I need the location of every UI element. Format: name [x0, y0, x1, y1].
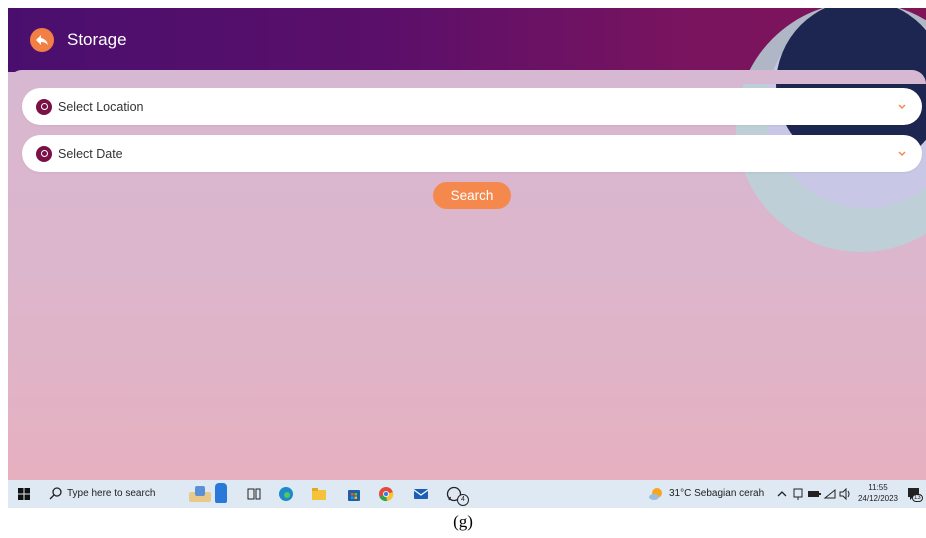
chevron-down-icon: [898, 151, 906, 157]
search-icon[interactable]: [48, 486, 64, 502]
mail-icon[interactable]: [413, 486, 429, 502]
wifi-icon[interactable]: [822, 486, 838, 502]
windows-start-icon[interactable]: [16, 486, 32, 502]
edge-icon[interactable]: [278, 486, 294, 502]
weather-text[interactable]: 31°C Sebagian cerah: [669, 488, 764, 499]
taskbar-search-placeholder[interactable]: Type here to search: [67, 488, 155, 499]
app-window: Storage Select Location Select Date Sear…: [8, 8, 926, 480]
date-select-label: Select Date: [58, 146, 123, 161]
notification-count: 13: [912, 494, 923, 502]
location-pin-icon: [36, 98, 52, 115]
widgets-icon[interactable]: [189, 484, 213, 502]
content-panel-top: [8, 70, 926, 84]
file-explorer-icon[interactable]: [311, 486, 327, 502]
whatsapp-badge: 4: [457, 494, 469, 506]
clock-time: 11:55: [868, 483, 888, 492]
taskbar-clock[interactable]: 11:55 24/12/2023: [856, 482, 900, 504]
app-bottle-icon[interactable]: [215, 483, 227, 503]
windows-taskbar: Type here to search 4 31°C Sebagian cera…: [8, 480, 926, 508]
clock-date: 24/12/2023: [857, 494, 899, 503]
battery-icon[interactable]: [806, 486, 822, 502]
location-select[interactable]: Select Location: [22, 88, 922, 125]
weather-icon[interactable]: [648, 486, 664, 502]
location-select-label: Select Location: [58, 99, 144, 114]
chevron-down-icon: [898, 104, 906, 110]
back-button[interactable]: [30, 28, 54, 52]
figure-caption: (g): [453, 512, 473, 531]
volume-icon[interactable]: [838, 486, 854, 502]
chevron-up-icon[interactable]: [774, 486, 790, 502]
location-pin-icon: [36, 145, 52, 162]
back-arrow-icon: [36, 35, 48, 45]
app-header: Storage: [8, 8, 926, 252]
store-icon[interactable]: [346, 486, 362, 502]
chrome-icon[interactable]: [378, 486, 394, 502]
search-button[interactable]: Search: [433, 182, 511, 209]
task-view-icon[interactable]: [246, 486, 262, 502]
network-icon[interactable]: [790, 486, 806, 502]
date-select[interactable]: Select Date: [22, 135, 922, 172]
page-title: Storage: [67, 30, 127, 49]
